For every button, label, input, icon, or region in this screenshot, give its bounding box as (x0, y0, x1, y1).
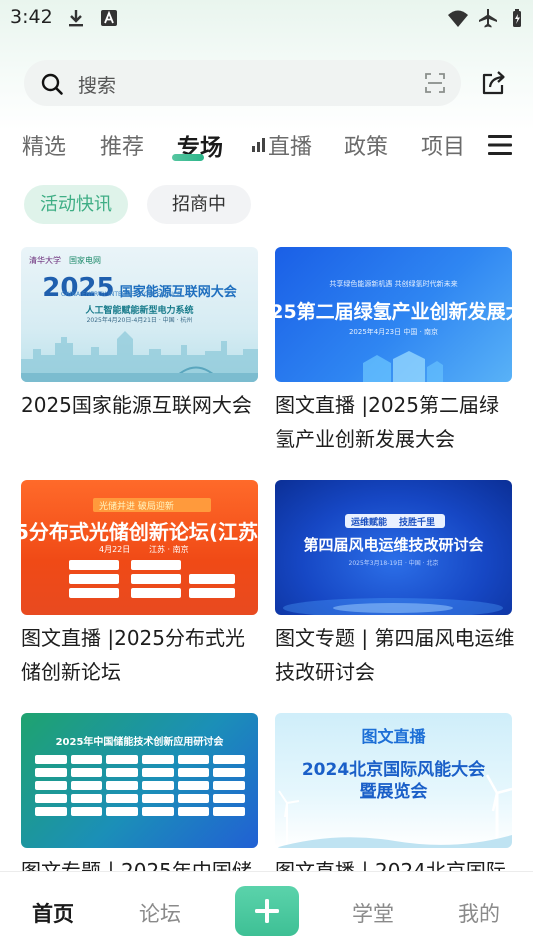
thumb-info: 2025年3月18-19日 · 中国 · 北京 (348, 560, 439, 567)
nav-forum[interactable]: 论坛 (139, 898, 181, 928)
thumb-info: 2025年4月20日-4月21日 · 中国 · 杭州 (86, 317, 193, 324)
thumb-ribbon-right: 技胜千里 (399, 518, 436, 528)
plus-icon (255, 899, 279, 923)
menu-icon[interactable] (488, 134, 512, 156)
tab-live[interactable]: 直播 (268, 129, 312, 161)
event-card[interactable]: 共享绿色能源新机遇 共创绿氢时代新未来 025第二届绿氢产业创新发展大 2025… (275, 247, 512, 456)
thumb-logo-left: 清华大学 (29, 256, 61, 265)
thumb-tagline: 共享绿色能源新机遇 共创绿氢时代新未来 (329, 280, 458, 288)
airplane-icon (479, 9, 497, 28)
event-thumbnail: 清华大学 国家电网 2025 国家能源互联网大会 CHINA ENERGY IN… (21, 247, 258, 382)
thumb-event-name-en: CHINA ENERGY INTERNET CONFERENCE (61, 291, 181, 298)
status-bar: 3:42 (0, 0, 533, 36)
thumb-headline: 第四届风电运维技改研讨会 (303, 536, 484, 554)
active-tab-indicator (172, 154, 204, 161)
tab-policy[interactable]: 政策 (344, 129, 388, 161)
search-placeholder[interactable]: 搜索 (78, 71, 116, 98)
wifi-icon (448, 10, 468, 27)
thumb-date: 4月22日 (99, 545, 131, 554)
tab-featured[interactable]: 精选 (22, 129, 66, 161)
thumb-ribbon-left: 运维赋能 (351, 518, 388, 528)
live-bars-icon (252, 138, 265, 152)
event-card[interactable]: 运维赋能 技胜千里 第四届风电运维技改研讨会 2025年3月18-19日 · 中… (275, 480, 515, 689)
chip-investment[interactable]: 招商中 (147, 185, 251, 224)
event-title[interactable]: 图文直播 |2025分布式光储创新论坛 (21, 621, 261, 689)
thumb-year: 2025 (42, 273, 115, 303)
share-icon[interactable] (481, 70, 507, 96)
nav-academy[interactable]: 学堂 (352, 898, 394, 928)
event-card[interactable]: 光储并进 破局迎新 5分布式光储创新论坛(江苏 4月22日 江苏 · 南京 图文… (21, 480, 258, 689)
status-time: 3:42 (10, 6, 53, 28)
app-notification-icon (101, 10, 117, 26)
sponsor-logo-grid (35, 755, 245, 843)
battery-icon (513, 9, 521, 27)
event-thumbnail: 2025年中国储能技术创新应用研讨会 (21, 713, 258, 848)
wind-turbine-graphic (275, 774, 512, 848)
thumb-ribbon: 光储并进 破局迎新 (99, 502, 174, 512)
tab-projects[interactable]: 项目 (421, 129, 465, 161)
bottom-navigation: 首页 论坛 学堂 我的 (0, 871, 533, 947)
tab-recommended[interactable]: 推荐 (100, 129, 144, 161)
thumb-headline: 2025年中国储能技术创新应用研讨会 (55, 737, 224, 748)
chip-activity-news[interactable]: 活动快讯 (24, 185, 128, 224)
scan-icon[interactable] (425, 73, 445, 93)
thumb-headline: 5分布式光储创新论坛(江苏 (21, 520, 258, 544)
search-icon (41, 73, 63, 95)
nav-profile[interactable]: 我的 (458, 898, 500, 928)
thumb-headline: 025第二届绿氢产业创新发展大 (275, 301, 512, 323)
event-title[interactable]: 图文专题 | 第四届风电运维技改研讨会 (275, 621, 515, 689)
event-card[interactable]: 清华大学 国家电网 2025 国家能源互联网大会 CHINA ENERGY IN… (21, 247, 258, 422)
category-tabs: 精选 推荐 专场 直播 政策 项目 (0, 124, 533, 168)
event-thumbnail: 运维赋能 技胜千里 第四届风电运维技改研讨会 2025年3月18-19日 · 中… (275, 480, 512, 615)
event-title[interactable]: 图文直播 |2025第二届绿氢产业创新发展大会 (275, 388, 515, 456)
glow-floor-graphic (283, 598, 503, 615)
event-title[interactable]: 2025国家能源互联网大会 (21, 388, 261, 422)
city-skyline-graphic (21, 331, 258, 382)
download-icon (69, 10, 83, 27)
event-thumbnail: 光储并进 破局迎新 5分布式光储创新论坛(江苏 4月22日 江苏 · 南京 (21, 480, 258, 615)
thumb-place: 江苏 · 南京 (149, 545, 189, 554)
event-thumbnail: 共享绿色能源新机遇 共创绿氢时代新未来 025第二届绿氢产业创新发展大 2025… (275, 247, 512, 382)
nav-home[interactable]: 首页 (32, 898, 74, 928)
thumb-info: 2025年4月23日 中国 · 南京 (348, 328, 439, 336)
thumb-logo-right: 国家电网 (69, 256, 101, 265)
add-button[interactable] (235, 886, 299, 936)
hydrogen-graphic (363, 351, 443, 382)
event-thumbnail: 图文直播 2024北京国际风能大会 暨展览会 (275, 713, 512, 848)
thumb-top: 图文直播 (361, 727, 426, 746)
sponsor-logo-grid (39, 560, 239, 602)
search-box[interactable]: 搜索 (24, 60, 461, 106)
